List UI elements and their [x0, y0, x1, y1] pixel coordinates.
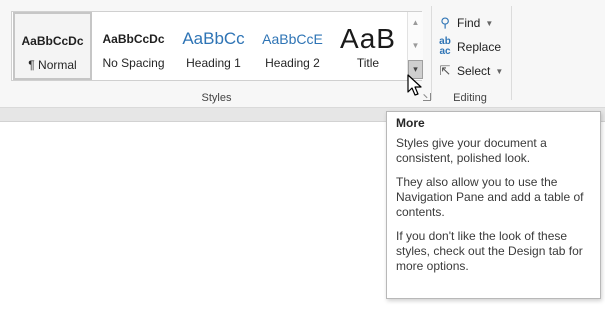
style-sample: AaBbCcDc	[102, 32, 165, 46]
group-separator	[511, 6, 512, 100]
tooltip-paragraph: They also allow you to use the Navigatio…	[396, 175, 584, 219]
cursor-select-icon: ⇱	[439, 63, 451, 78]
styles-gallery: AaBbCcDc ¶ Normal AaBbCcDc No Spacing Aa…	[11, 11, 423, 81]
style-normal[interactable]: AaBbCcDc ¶ Normal	[13, 12, 92, 80]
replace-button[interactable]: ab ac Replace	[437, 37, 501, 57]
style-caption: Heading 2	[265, 56, 320, 70]
chevron-down-icon: ▼	[485, 18, 494, 28]
style-sample: AaBbCc	[182, 29, 245, 48]
ribbon: AaBbCcDc ¶ Normal AaBbCcDc No Spacing Aa…	[0, 0, 605, 108]
select-label: Select	[457, 64, 491, 78]
style-sample: AaB	[340, 26, 396, 52]
style-caption: ¶ Normal	[28, 58, 77, 72]
search-icon: ⚲	[440, 15, 450, 30]
find-label: Find	[457, 16, 481, 30]
replace-label: Replace	[457, 40, 502, 54]
tooltip-paragraph: If you don't like the look of these styl…	[396, 229, 583, 273]
gallery-scroller: ▲ ▼ ▾	[407, 12, 423, 80]
style-heading-2[interactable]: AaBbCcE Heading 2	[253, 12, 332, 80]
mouse-pointer-icon	[407, 74, 422, 96]
style-caption: No Spacing	[102, 56, 165, 70]
style-caption: Title	[356, 56, 380, 70]
tooltip-title: More	[396, 116, 425, 130]
editing-group-label: Editing	[453, 92, 487, 104]
gallery-scroll-down-button[interactable]: ▼	[408, 36, 423, 54]
gallery-scroll-up-button[interactable]: ▲	[408, 13, 423, 31]
tooltip-paragraph: Styles give your document a consistent, …	[396, 136, 547, 165]
style-sample: AaBbCcDc	[21, 34, 84, 48]
replace-icon: ab ac	[439, 36, 451, 57]
style-caption: Heading 1	[186, 56, 241, 70]
more-tooltip: More Styles give your document a consist…	[386, 111, 601, 299]
styles-group-label: Styles	[201, 92, 232, 104]
style-no-spacing[interactable]: AaBbCcDc No Spacing	[94, 12, 173, 80]
style-title[interactable]: AaB Title	[329, 12, 407, 80]
style-sample: AaBbCcE	[262, 31, 323, 47]
find-button[interactable]: ⚲ Find ▼	[437, 13, 493, 33]
select-button[interactable]: ⇱ Select ▼	[437, 61, 504, 81]
style-heading-1[interactable]: AaBbCc Heading 1	[174, 12, 253, 80]
chevron-down-icon: ▼	[495, 66, 504, 76]
group-separator	[431, 6, 432, 100]
